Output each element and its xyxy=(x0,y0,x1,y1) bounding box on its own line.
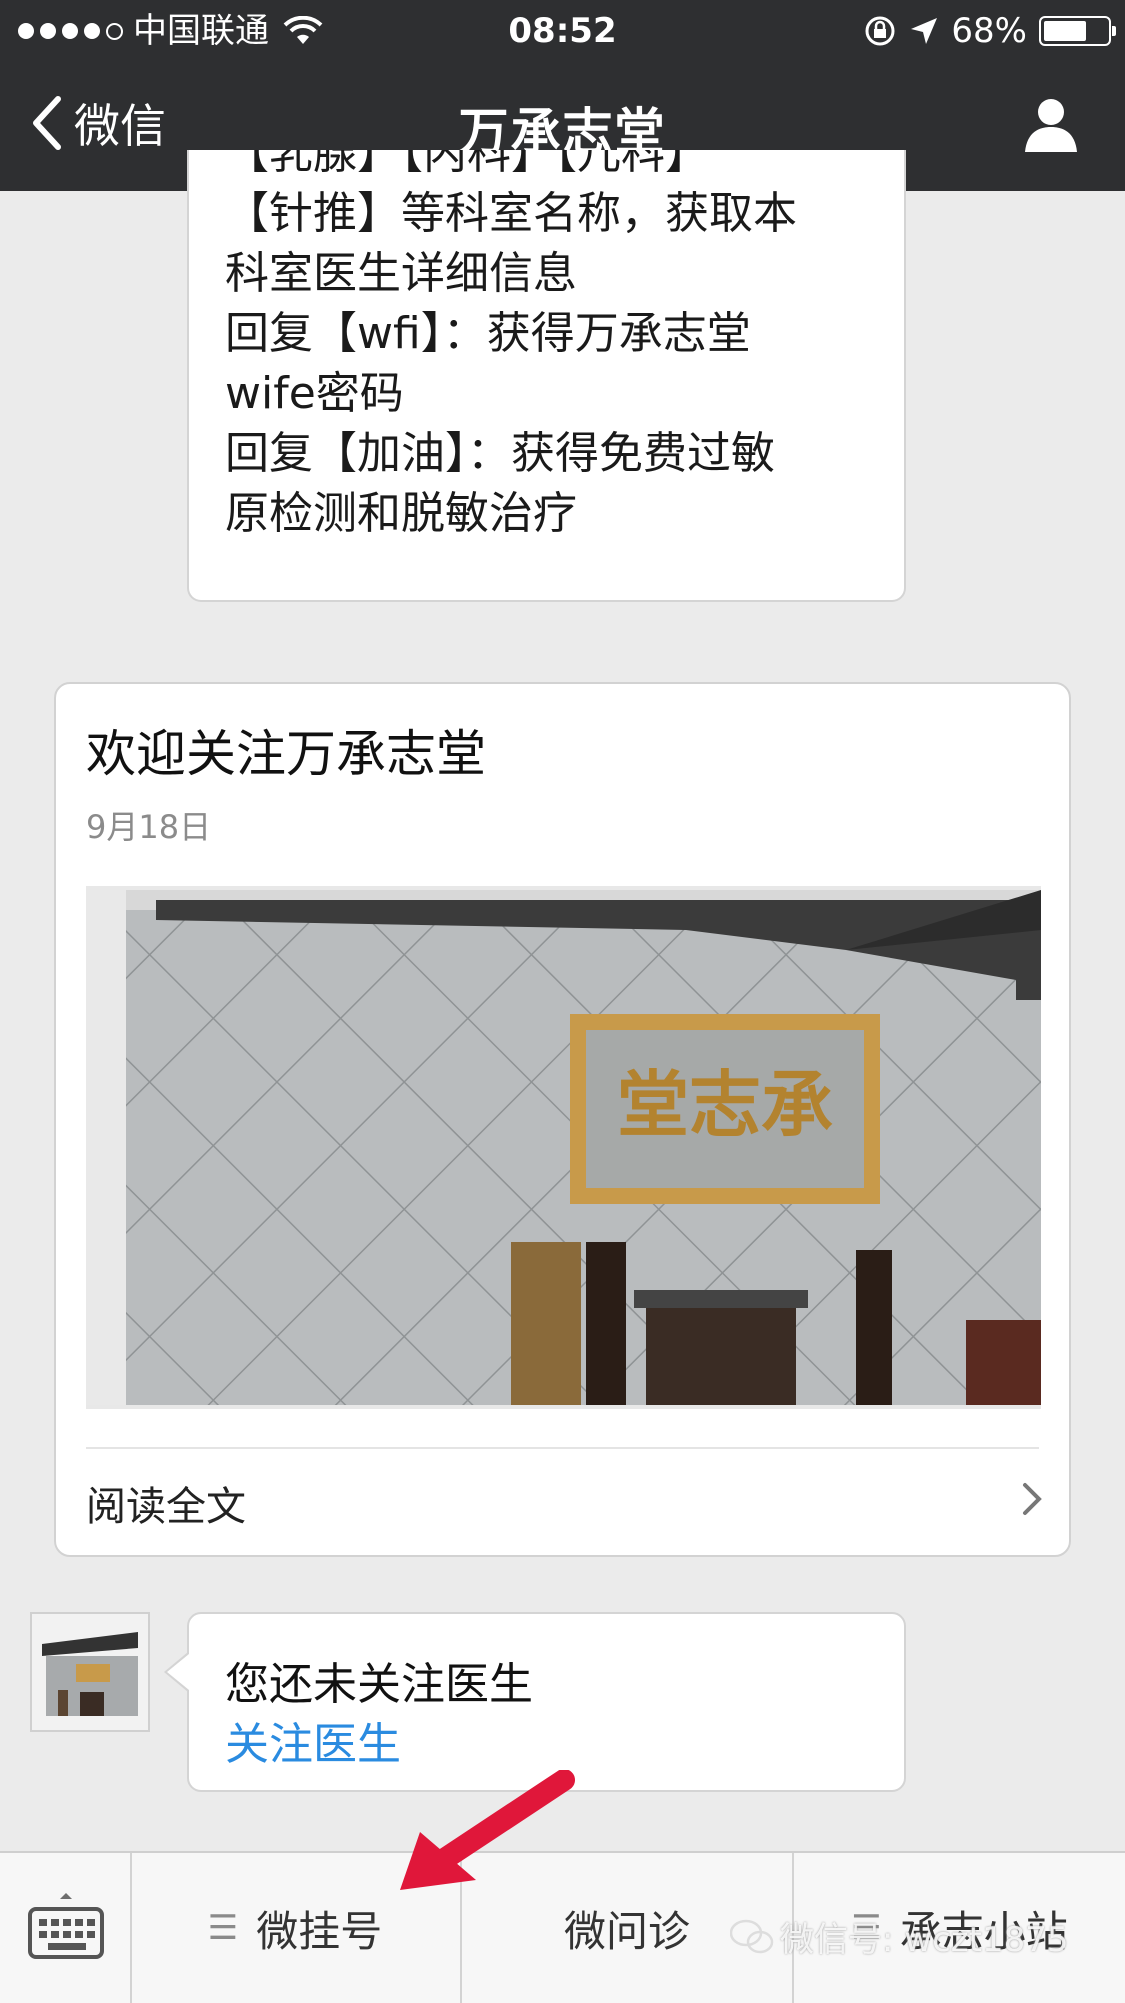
building-facade-image: 堂志承 xyxy=(86,890,1041,1405)
article-card[interactable]: 欢迎关注万承志堂 9月18日 堂志承 阅读全文 xyxy=(54,682,1071,1557)
article-title: 欢迎关注万承志堂 xyxy=(86,725,486,783)
keyboard-icon xyxy=(28,1893,104,1959)
status-right: 68% xyxy=(863,0,1116,62)
message-bubble-follow: 您还未关注医生 关注医生 xyxy=(164,1612,906,1792)
menu-lines-icon: ☰ xyxy=(207,1908,239,1948)
message-text: 您还未关注医生 xyxy=(225,1659,533,1710)
chevron-right-icon xyxy=(1023,1483,1042,1515)
message-partial-line: 【乳腺】【内科】【儿科】 xyxy=(225,150,709,179)
follow-doctor-link[interactable]: 关注医生 xyxy=(225,1708,401,1772)
article-date: 9月18日 xyxy=(86,808,212,846)
menu-item-label: 微问诊 xyxy=(563,1906,690,1956)
article-cover-image: 堂志承 xyxy=(86,886,1041,1409)
message-text: 【乳腺】【内科】【儿科】【针推】等科室名称，获取本 科室医生详细信息 回复【wf… xyxy=(225,150,885,544)
menu-item-label: 微挂号 xyxy=(256,1906,383,1956)
watermark-text: 微信号: wczt1875 xyxy=(780,1920,1069,1960)
wechat-logo-icon xyxy=(730,1919,774,1953)
read-more-link[interactable]: 阅读全文 xyxy=(86,1474,246,1532)
profile-icon[interactable] xyxy=(1021,94,1081,154)
annotation-arrow-icon xyxy=(400,1770,575,1890)
watermark: 微信号: wczt1875 xyxy=(730,1912,1068,1961)
message-bubble-menu: 【乳腺】【内科】【儿科】【针推】等科室名称，获取本 科室医生详细信息 回复【wf… xyxy=(187,150,906,602)
location-icon xyxy=(911,18,938,44)
avatar[interactable] xyxy=(30,1612,150,1732)
battery-icon xyxy=(1039,16,1116,46)
battery-percent: 68% xyxy=(951,11,1027,51)
message-body: 【针推】等科室名称，获取本 科室医生详细信息 回复【wfi】：获得万承志堂 wi… xyxy=(225,188,797,539)
status-bar: 中国联通 08:52 68% xyxy=(0,0,1125,62)
orientation-lock-icon xyxy=(865,16,895,46)
keyboard-toggle-button[interactable] xyxy=(0,1853,132,2003)
card-divider xyxy=(86,1447,1039,1449)
plaque-text: 堂志承 xyxy=(617,1062,833,1147)
avatar-image xyxy=(32,1614,148,1730)
